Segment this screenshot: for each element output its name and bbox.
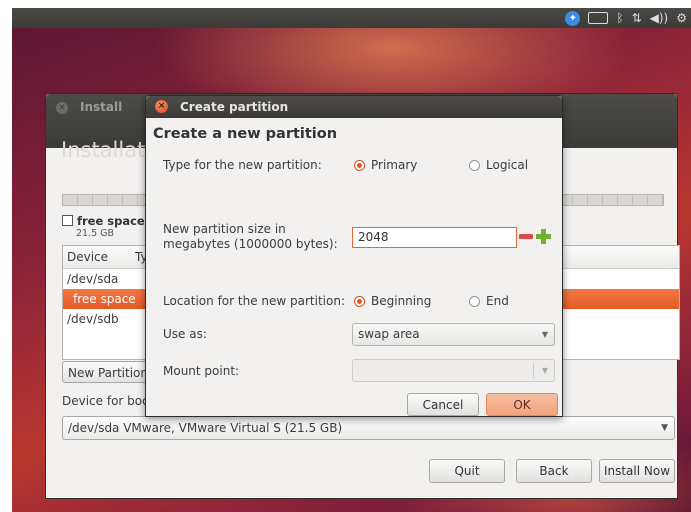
chevron-down-icon: ▼ (541, 366, 548, 375)
radio-end-label: End (486, 294, 509, 308)
size-input[interactable]: 2048 (352, 227, 517, 248)
mount-point-label: Mount point: (163, 364, 240, 378)
radio-selected-icon (354, 296, 365, 307)
desktop-background: ✦ ᛒ ⇅ ◀)) ⚙ × Install Installatio free s… (12, 8, 691, 512)
dialog-titlebar: × Create partition (146, 96, 562, 118)
radio-beginning[interactable]: Beginning (354, 294, 431, 308)
use-as-value: swap area (358, 327, 420, 341)
dialog-title: Create partition (180, 100, 289, 114)
create-partition-dialog: × Create partition Create a new partitio… (145, 95, 563, 417)
decrement-button[interactable] (519, 234, 533, 239)
close-icon[interactable]: × (56, 102, 68, 114)
use-as-label: Use as: (163, 327, 207, 341)
settings-gear-icon[interactable]: ⚙ (676, 11, 687, 25)
increment-button[interactable] (536, 229, 551, 244)
partition-legend: free space 21.5 GB (62, 214, 145, 239)
keyboard-icon[interactable] (588, 12, 609, 24)
cancel-button[interactable]: Cancel (407, 393, 479, 416)
mount-point-select[interactable]: ▼ (352, 359, 555, 382)
boot-device-value: /dev/sda VMware, VMware Virtual S (21.5 … (68, 421, 343, 435)
radio-end[interactable]: End (469, 294, 509, 308)
column-header-device[interactable]: Device (67, 250, 108, 264)
combo-separator (533, 363, 534, 378)
legend-swatch (62, 215, 73, 226)
size-label-line2: megabytes (1000000 bytes): (163, 237, 338, 251)
use-as-select[interactable]: swap area ▼ (352, 323, 555, 346)
dialog-heading: Create a new partition (153, 126, 338, 142)
radio-logical-label: Logical (486, 158, 529, 172)
legend-size: 21.5 GB (76, 228, 115, 239)
accessibility-icon[interactable]: ✦ (565, 10, 581, 26)
close-icon[interactable]: × (155, 100, 168, 113)
location-label: Location for the new partition: (163, 294, 345, 308)
radio-unselected-icon (469, 296, 480, 307)
top-panel: ✦ ᛒ ⇅ ◀)) ⚙ (12, 8, 691, 28)
ok-button[interactable]: OK (486, 393, 558, 416)
legend-name: free space (77, 214, 145, 228)
radio-unselected-icon (469, 160, 480, 171)
radio-beginning-label: Beginning (371, 294, 432, 308)
install-now-button[interactable]: Install Now (599, 459, 675, 483)
back-button[interactable]: Back (516, 459, 592, 483)
bluetooth-icon[interactable]: ᛒ (616, 11, 623, 25)
network-icon[interactable]: ⇅ (632, 11, 642, 25)
radio-logical[interactable]: Logical (469, 158, 528, 172)
chevron-down-icon: ▼ (541, 330, 548, 339)
radio-selected-icon (354, 160, 365, 171)
radio-primary[interactable]: Primary (354, 158, 417, 172)
size-label-line1: New partition size in (163, 222, 286, 236)
boot-device-select[interactable]: /dev/sda VMware, VMware Virtual S (21.5 … (62, 416, 675, 440)
chevron-down-icon: ▼ (661, 423, 668, 433)
system-tray: ✦ ᛒ ⇅ ◀)) ⚙ (565, 10, 687, 26)
size-label: New partition size in megabytes (1000000… (163, 222, 338, 252)
quit-button[interactable]: Quit (429, 459, 505, 483)
window-title: Install (80, 100, 123, 114)
radio-primary-label: Primary (371, 158, 418, 172)
volume-icon[interactable]: ◀)) (650, 11, 669, 25)
type-label: Type for the new partition: (163, 158, 322, 172)
